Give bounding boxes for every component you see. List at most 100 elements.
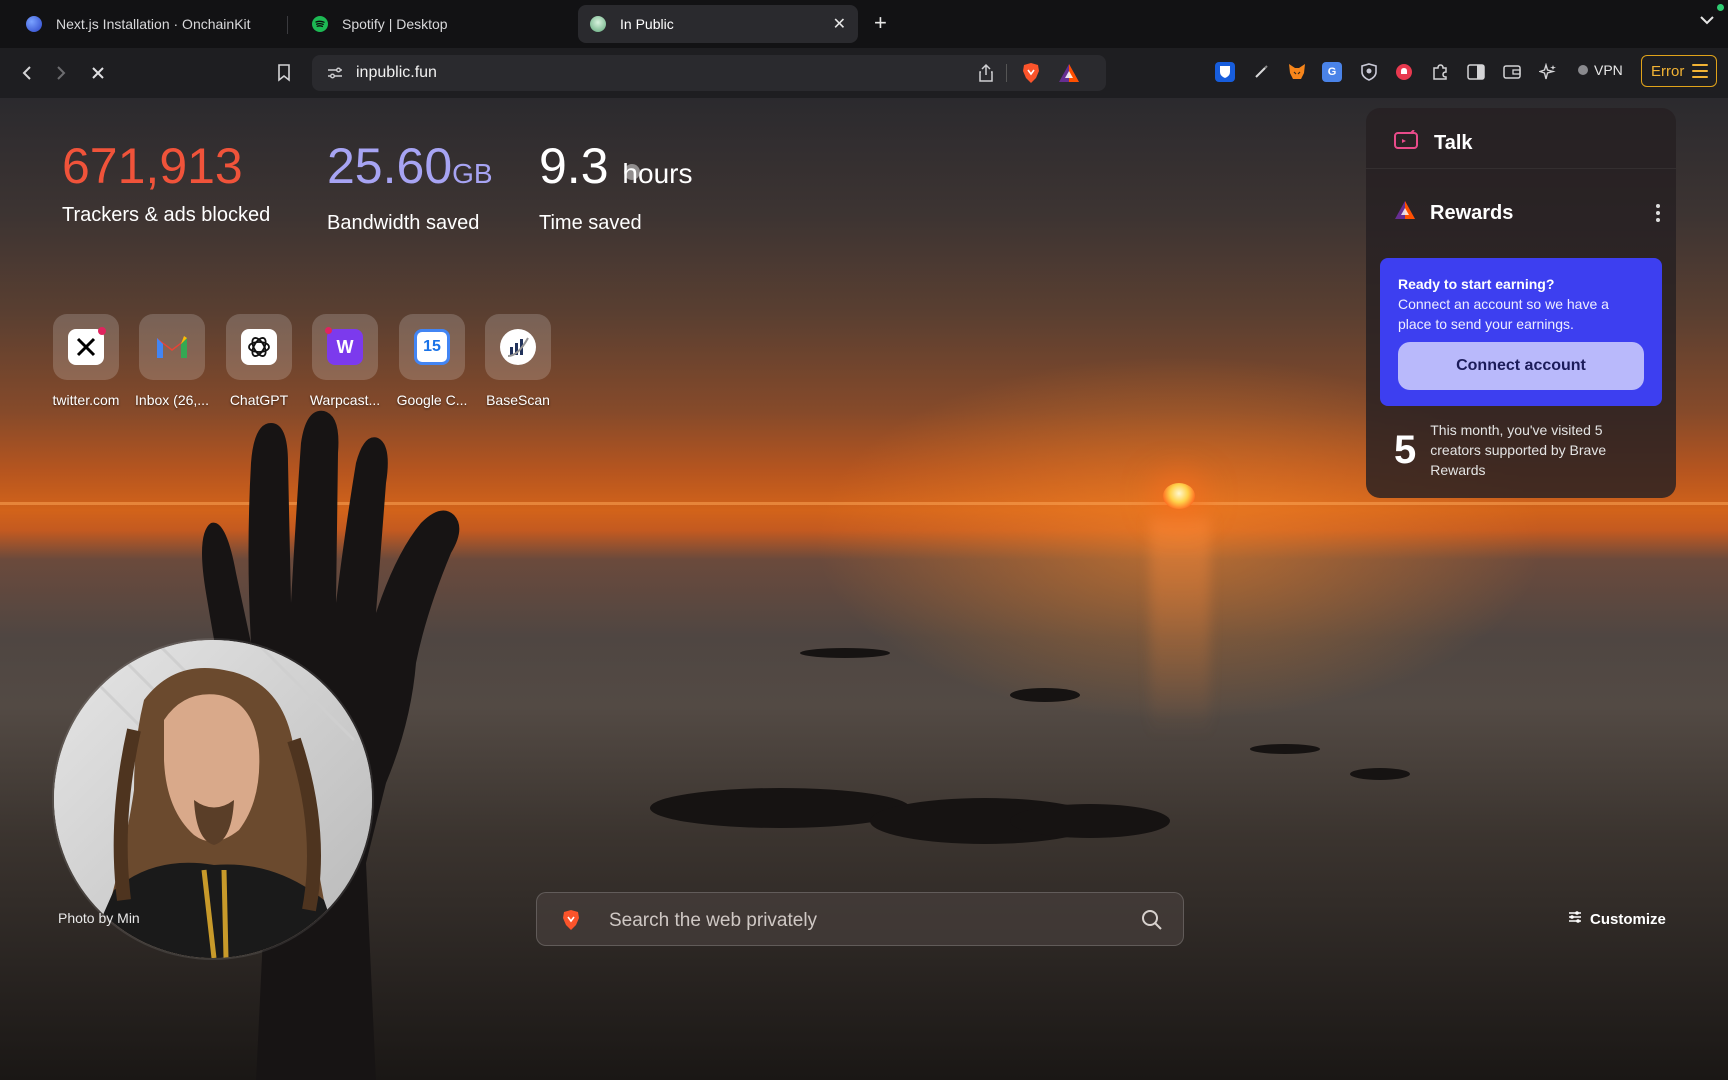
top-site-label: twitter.com [52,392,120,408]
sun [1163,483,1195,509]
visits-text: This month, you've visited 5 creators su… [1430,422,1607,478]
top-site-twitter[interactable]: twitter.com [43,314,129,408]
top-site-label: ChatGPT [229,392,289,408]
forward-button[interactable] [48,60,74,86]
top-site-warpcast[interactable]: W Warpcast... [302,314,388,408]
brave-widgets-card: Talk Rewards Ready to start earning? Con… [1366,108,1676,498]
rewards-widget-header: Rewards [1394,200,1513,226]
site-settings-icon[interactable] [326,65,344,86]
customize-button[interactable]: Customize [1568,910,1666,928]
top-site-label: Google C... [396,392,468,408]
start-earning-panel: Ready to start earning? Connect an accou… [1380,258,1662,406]
time-value: 9.3 [539,138,609,194]
address-bar[interactable]: inpublic.fun [312,55,1106,91]
more-options-icon[interactable] [1656,204,1660,225]
gmail-icon [154,329,190,365]
chevron-down-icon[interactable] [1700,12,1714,30]
share-icon[interactable] [978,63,994,88]
stop-loading-button[interactable] [85,60,111,86]
trackers-blocked-stat: 671,913 Trackers & ads blocked [62,138,270,227]
sidebar-toggle-icon[interactable] [1466,62,1486,82]
time-saved-stat: 9.3 hours Time saved [539,138,692,235]
back-button[interactable] [14,60,40,86]
vpn-label: VPN [1594,62,1623,78]
talk-widget[interactable]: Talk [1394,129,1473,156]
top-site-chatgpt[interactable]: ChatGPT [216,314,302,408]
tab-strip: Next.js Installation · OnchainKit Spotif… [0,0,1728,48]
search-input[interactable] [607,905,1091,937]
tab-in-public[interactable]: In Public ✕ [578,5,858,43]
rock [1010,804,1170,838]
arrow-left-icon [22,66,31,80]
vpn-status-icon [1578,65,1588,75]
tab-spotify[interactable]: Spotify | Desktop [300,5,562,43]
rock [1010,688,1080,702]
rewards-triangle-icon [1394,200,1416,226]
time-label: Time saved [539,212,642,234]
tab-title: In Public [620,16,674,32]
google-calendar-icon: 15 [414,329,450,365]
visits-count: 5 [1394,427,1417,472]
top-site-label: Warpcast... [309,392,381,408]
brave-rewards-icon[interactable] [1058,63,1080,88]
metamask-icon[interactable] [1287,62,1307,82]
error-menu-button[interactable]: Error [1641,55,1717,87]
bandwidth-unit: GB [452,158,493,189]
sun-reflection [1150,518,1210,738]
basescan-icon [500,329,536,365]
pen-icon[interactable] [1251,62,1271,82]
in-public-favicon-icon [590,16,606,32]
top-site-google-calendar[interactable]: 15 Google C... [389,314,475,408]
earn-title: Ready to start earning? [1398,276,1555,292]
connect-account-button[interactable]: Connect account [1398,342,1644,390]
sliders-icon [1568,910,1582,928]
extensions-puzzle-icon[interactable] [1430,62,1450,82]
bookmark-icon [278,64,290,82]
bookmark-button[interactable] [271,60,297,86]
url-text: inpublic.fun [356,64,437,81]
tab-divider [287,16,288,34]
shield-icon[interactable] [1359,62,1379,82]
brave-lion-icon [561,909,581,936]
video-camera-icon [1394,129,1420,156]
tab-onchainkit[interactable]: Next.js Installation · OnchainKit [14,5,276,43]
tab-title: Spotify | Desktop [342,16,448,32]
new-tab-page: 671,913 Trackers & ads blocked 25.60GB B… [0,98,1728,1080]
error-label: Error [1651,62,1685,80]
mouse-cursor [624,164,640,180]
arrow-right-icon [57,66,66,80]
top-site-label: BaseScan [486,392,550,408]
top-site-gmail[interactable]: Inbox (26,... [129,314,215,408]
search-icon[interactable] [1141,909,1163,936]
bandwidth-saved-stat: 25.60GB Bandwidth saved [327,138,493,235]
rock [1350,768,1410,780]
customize-label: Customize [1590,910,1666,928]
chatgpt-icon [241,329,277,365]
new-tab-button[interactable]: + [874,10,887,36]
photo-credit[interactable]: Photo by Min [58,910,140,926]
wallet-icon[interactable] [1502,62,1522,82]
top-site-basescan[interactable]: BaseScan [475,314,561,408]
warpcast-icon: W [325,327,363,365]
rock [800,648,890,658]
search-box[interactable] [536,892,1184,946]
spotify-favicon-icon [312,16,328,32]
x-icon [68,327,106,365]
tab-title: Next.js Installation · OnchainKit [56,16,251,32]
close-tab-icon[interactable]: ✕ [833,14,846,34]
bandwidth-value: 25.60 [327,138,453,194]
top-site-label: Inbox (26,... [135,392,209,408]
earn-text: Connect an account so we have a place to… [1398,296,1609,332]
leo-ai-sparkle-icon[interactable] [1538,62,1558,82]
vpn-button[interactable]: VPN [1578,62,1623,78]
brave-shields-icon[interactable] [1021,62,1041,89]
status-dot [1717,4,1724,11]
translate-icon[interactable]: G [1322,62,1342,82]
bitwarden-icon[interactable] [1215,62,1235,82]
rock [1250,744,1320,754]
creator-visits: 5 This month, you've visited 5 creators … [1394,420,1630,480]
notification-bell-icon[interactable] [1394,62,1414,82]
trackers-count: 671,913 [62,138,243,194]
trackers-label: Trackers & ads blocked [62,204,271,226]
card-divider [1366,168,1676,169]
